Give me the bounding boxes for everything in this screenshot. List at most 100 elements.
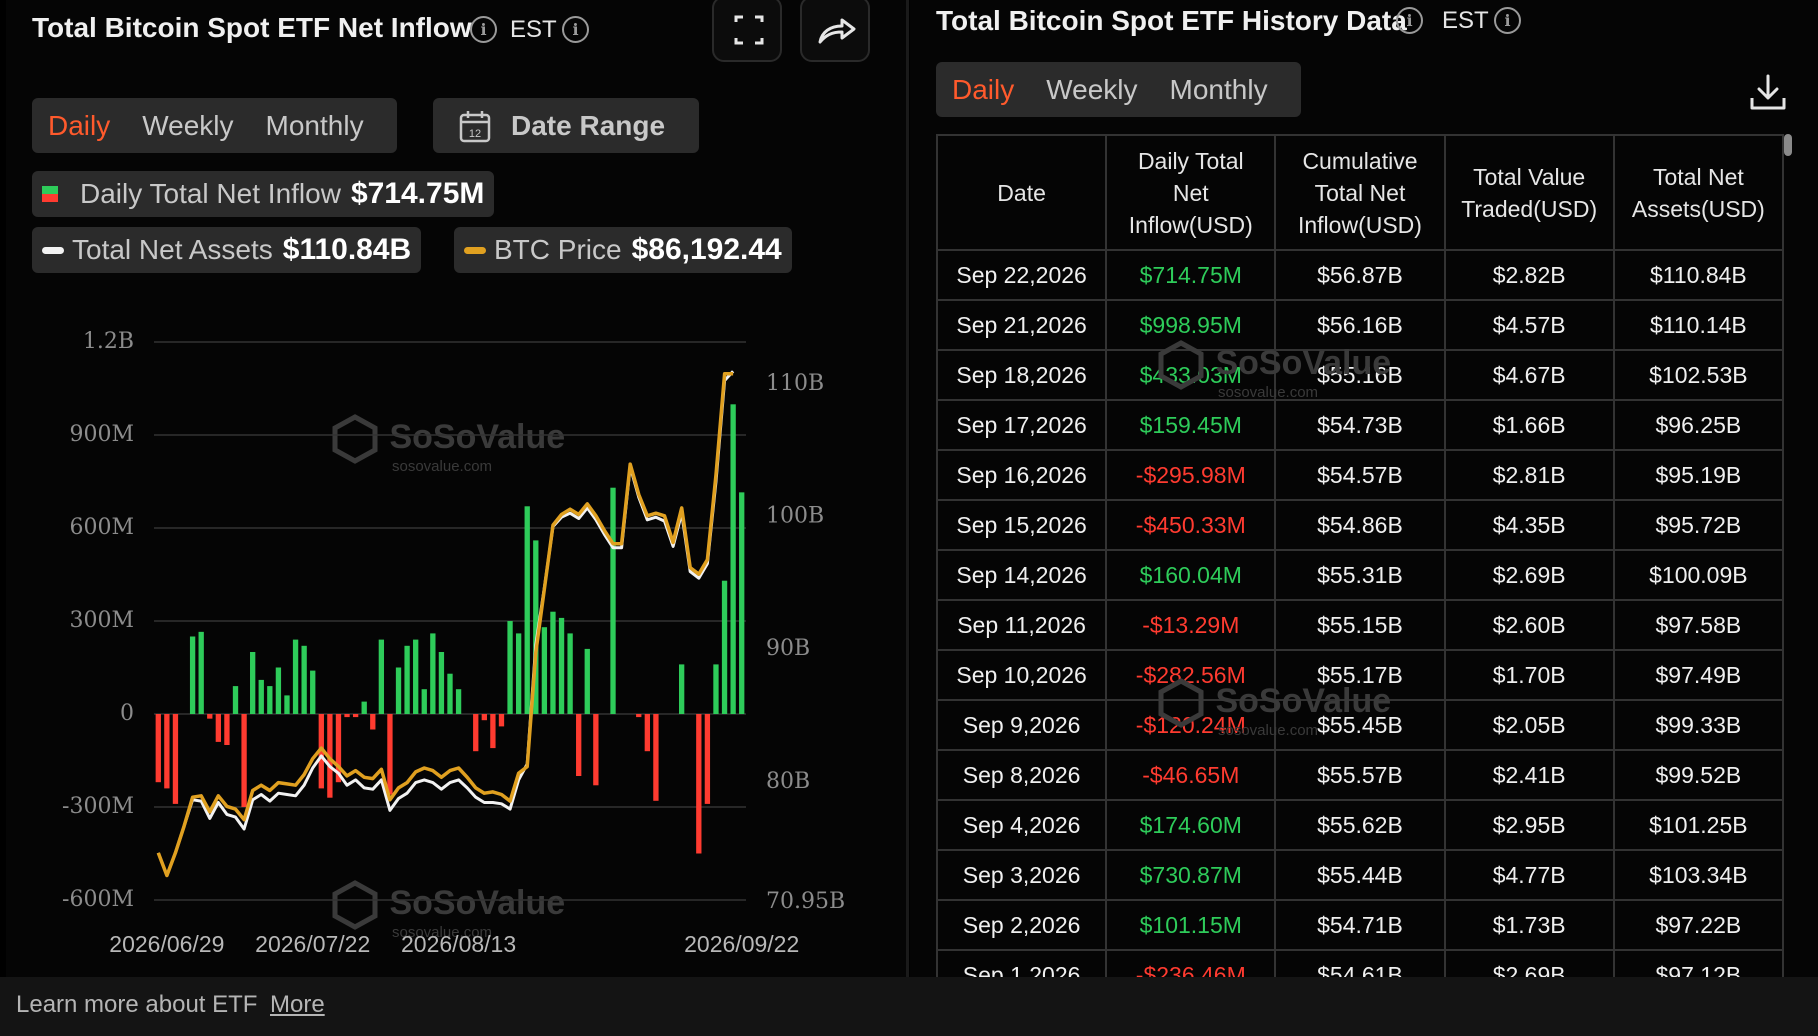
inflow-bar [430,633,436,714]
info-icon[interactable]: i [1396,7,1423,34]
table-cell: Sep 15,2026 [936,500,1108,551]
table-cell: $4.57B [1444,300,1615,351]
inflow-bar [275,667,282,714]
table-cell: $55.44B [1275,850,1446,901]
table-cell: -$295.98M [1106,450,1277,501]
inflow-bar [678,664,685,714]
more-link[interactable]: More [270,991,325,1019]
inflow-bar [215,714,222,742]
table-cell: $95.19B [1613,450,1784,501]
table-row[interactable]: Sep 14,2026 $160.04M $55.31B $2.69B $100.09B [936,550,1784,601]
inflow-bar [498,714,505,727]
inflow-bar [267,686,273,714]
table-row[interactable]: Sep 8,2026 -$46.65M $55.57B $2.41B $99.52B [936,750,1784,801]
table-row[interactable]: Sep 22,2026 $714.75M $56.87B $2.82B $110.84B [936,250,1784,301]
table-header-row: Date Daily Total Net Inflow(USD) Cumulativ… [936,135,1784,251]
table-cell: $2.41B [1444,750,1615,801]
inflow-bar [636,714,642,718]
inflow-bar [481,714,487,721]
table-cell: $103.34B [1613,850,1784,901]
table-row[interactable]: Sep 16,2026 -$295.98M $54.57B $2.81B $95.19B [936,450,1784,501]
table-cell: Sep 4,2026 [936,800,1108,851]
table-row[interactable]: Sep 4,2026 $174.60M $55.62B $2.95B $101.25B [936,800,1784,851]
table-row[interactable]: Sep 2,2026 $101.15M $54.71B $1.73B $97.22B [936,900,1784,951]
table-cell: $96.25B [1613,400,1784,451]
inflow-bar [739,492,745,714]
tab-monthly[interactable]: Monthly [1154,74,1284,106]
inflow-bar [292,639,299,714]
table-cell: $110.14B [1613,300,1784,351]
y2-axis-tick-label: 100B [766,504,824,529]
interval-tabs: Daily Weekly Monthly [936,62,1301,117]
inflow-bar [395,667,402,714]
table-cell: $99.33B [1613,700,1784,751]
y2-axis-tick-label: 70.95B [766,889,845,914]
history-panel: Total Bitcoin Spot ETF History Data i ES… [910,0,1818,977]
download-button[interactable] [1746,70,1790,114]
table-cell: -$450.33M [1106,500,1277,551]
inflow-bar [155,714,161,783]
inflow-bar [370,714,376,730]
inflow-bar [232,686,239,714]
scrollbar-thumb[interactable] [1784,134,1792,156]
inflow-bar [241,714,247,807]
inflow-bar [198,631,204,714]
table-cell: Sep 18,2026 [936,350,1108,401]
panel-title: Total Bitcoin Spot ETF History Data [936,5,1407,36]
x-axis-tick-label: 2026/06/29 [109,931,224,957]
table-cell: $54.86B [1275,500,1446,551]
y-axis-tick-label: -300M [62,794,134,819]
table-cell: $1.70B [1444,650,1615,701]
table-cell: $2.82B [1444,250,1615,301]
column-header: Total Net Assets(USD) [1613,135,1784,251]
inflow-bar [593,714,599,786]
table-cell: Sep 22,2026 [936,250,1108,301]
inflow-bar [344,714,350,718]
table-cell: $54.57B [1275,450,1446,501]
table-cell: $714.75M [1106,250,1277,301]
table-cell: $1.66B [1444,400,1615,451]
table-row[interactable]: Sep 15,2026 -$450.33M $54.86B $4.35B $95.72B [936,500,1784,551]
inflow-bar [515,633,522,714]
table-cell: $99.52B [1613,750,1784,801]
y2-axis-tick-label: 110B [766,371,824,396]
inflow-bar [455,689,462,714]
table-cell: $55.31B [1275,550,1446,601]
table-row[interactable]: Sep 11,2026 -$13.29M $55.15B $2.60B $97.58B [936,600,1784,651]
download-icon [1750,74,1786,110]
inflow-bar [352,714,359,718]
table-cell: $4.35B [1444,500,1615,551]
table-cell: $2.05B [1444,700,1615,751]
inflow-bar [584,648,590,714]
table-row[interactable]: Sep 3,2026 $730.87M $55.44B $4.77B $103.34B [936,850,1784,901]
table-cell: $100.09B [1613,550,1784,601]
table-cell: $2.81B [1444,450,1615,501]
table-row[interactable]: Sep 17,2026 $159.45M $54.73B $1.66B $96.25B [936,400,1784,451]
inflow-bar [696,714,702,854]
table-cell: $2.69B [1444,950,1615,977]
table-cell: $160.04M [1106,550,1277,601]
tab-daily[interactable]: Daily [936,74,1030,106]
tab-weekly[interactable]: Weekly [1030,74,1153,106]
table-cell: $2.95B [1444,800,1615,851]
table-cell: $102.53B [1613,350,1784,401]
y-axis-tick-label: 0 [120,701,134,726]
inflow-bar [421,689,427,714]
inflow-bar [301,645,307,714]
footer: Learn more about ETF More [0,977,1818,1036]
table-cell: -$46.65M [1106,750,1277,801]
table-cell: Sep 14,2026 [936,550,1108,601]
table-cell: $1.73B [1444,900,1615,951]
inflow-bar [704,714,711,804]
x-axis-tick-label: 2026/07/22 [255,931,370,957]
y2-axis-tick-label: 80B [766,769,810,794]
table-cell: $97.49B [1613,650,1784,701]
inflow-bar [721,580,728,714]
history-table-container[interactable]: Date Daily Total Net Inflow(USD) Cumulativ… [936,134,1784,977]
y-axis-tick-label: 600M [69,515,134,540]
timezone-info-icon[interactable]: i [1494,7,1521,34]
table-scrollbar[interactable] [1784,134,1792,977]
table-row[interactable]: Sep 1,2026 -$236.46M $54.61B $2.69B $97.12B [936,950,1784,977]
column-header: Total Value Traded(USD) [1444,135,1615,251]
table-cell: $97.58B [1613,600,1784,651]
